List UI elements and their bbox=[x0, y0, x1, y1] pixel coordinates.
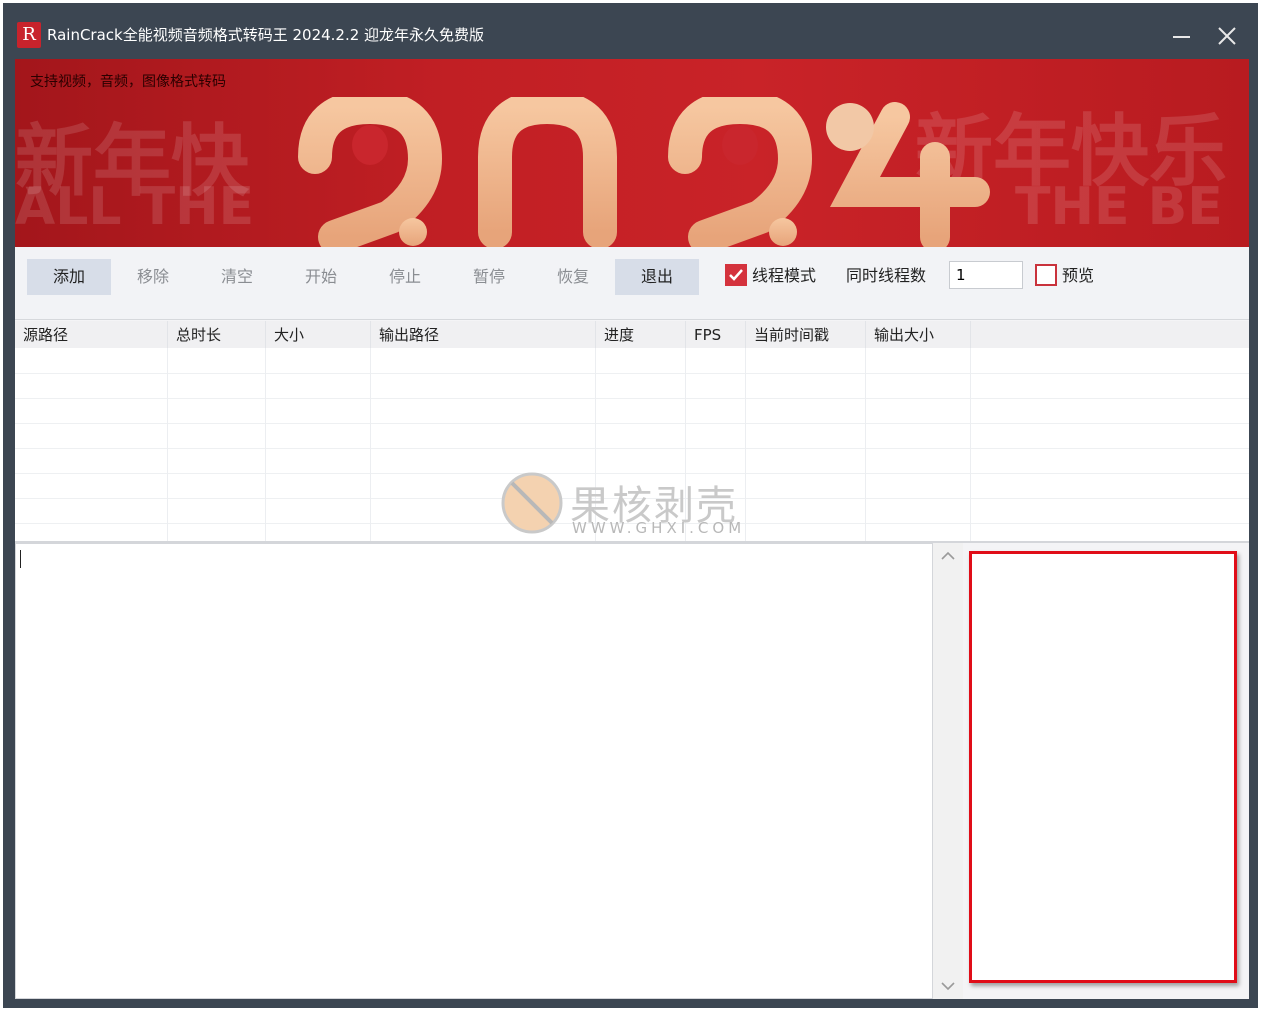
banner-notice: 支持视频，音频，图像格式转码 bbox=[30, 74, 226, 90]
log-textarea[interactable] bbox=[15, 543, 933, 999]
resume-button[interactable]: 恢复 bbox=[531, 259, 615, 295]
main-content: 新年快 ALL THE 新年快乐 THE BE 支持视频，音频，图像格式转码 添… bbox=[15, 59, 1249, 999]
thread-mode-label: 线程模式 bbox=[752, 266, 817, 285]
start-button[interactable]: 开始 bbox=[279, 259, 363, 295]
watermark: 果核剥壳 WWW.GHXI.COM bbox=[500, 471, 780, 541]
preview-label: 预览 bbox=[1062, 266, 1095, 285]
remove-button[interactable]: 移除 bbox=[111, 259, 195, 295]
exit-button[interactable]: 退出 bbox=[615, 259, 699, 295]
watermark-logo-icon bbox=[501, 472, 563, 534]
window-title: RainCrack全能视频音频格式转码王 2024.2.2 迎龙年永久免费版 bbox=[47, 26, 485, 44]
column-divider bbox=[265, 348, 266, 541]
watermark-url: WWW.GHXI.COM bbox=[572, 519, 746, 537]
banner: 新年快 ALL THE 新年快乐 THE BE 支持视频，音频，图像格式转码 bbox=[15, 59, 1249, 247]
column-divider bbox=[865, 348, 866, 541]
column-divider bbox=[167, 348, 168, 541]
preview-panel bbox=[969, 551, 1237, 983]
column-header-fps[interactable]: FPS bbox=[686, 321, 746, 348]
preview-checkbox[interactable] bbox=[1035, 264, 1057, 286]
column-header-output-size[interactable]: 输出大小 bbox=[866, 321, 971, 348]
pause-button[interactable]: 暂停 bbox=[447, 259, 531, 295]
title-bar[interactable]: R RainCrack全能视频音频格式转码王 2024.2.2 迎龙年永久免费版 bbox=[3, 3, 1258, 59]
close-button[interactable] bbox=[1211, 19, 1243, 51]
column-header-duration[interactable]: 总时长 bbox=[168, 321, 266, 348]
table-row[interactable] bbox=[15, 423, 1249, 449]
column-header-source-path[interactable]: 源路径 bbox=[15, 321, 168, 348]
column-divider bbox=[970, 348, 971, 541]
concurrent-threads-input[interactable] bbox=[949, 261, 1023, 289]
log-scrollbar[interactable] bbox=[933, 543, 963, 999]
column-header-size[interactable]: 大小 bbox=[266, 321, 371, 348]
banner-decoration: ALL THE bbox=[15, 177, 255, 237]
app-logo: R bbox=[17, 22, 41, 48]
column-header-current-timestamp[interactable]: 当前时间戳 bbox=[746, 321, 866, 348]
checkmark-icon bbox=[729, 269, 743, 281]
add-button[interactable]: 添加 bbox=[27, 259, 111, 295]
table-row[interactable] bbox=[15, 373, 1249, 399]
table-row[interactable] bbox=[15, 348, 1249, 374]
chevron-up-icon[interactable] bbox=[941, 551, 955, 561]
chevron-down-icon[interactable] bbox=[941, 981, 955, 991]
table-header: 源路径 总时长 大小 输出路径 进度 FPS 当前时间戳 输出大小 bbox=[15, 321, 1249, 348]
task-table[interactable]: 源路径 总时长 大小 输出路径 进度 FPS 当前时间戳 输出大小 果核剥壳 W… bbox=[15, 321, 1249, 543]
table-row[interactable] bbox=[15, 398, 1249, 424]
banner-year-graphic bbox=[298, 97, 990, 247]
close-icon bbox=[1218, 27, 1236, 45]
clear-button[interactable]: 清空 bbox=[195, 259, 279, 295]
column-header-progress[interactable]: 进度 bbox=[596, 321, 686, 348]
concurrent-threads-label: 同时线程数 bbox=[846, 266, 927, 285]
toolbar: 添加 移除 清空 开始 停止 暂停 恢复 退出 线程模式 同时线程数 预览 bbox=[15, 247, 1249, 320]
column-divider bbox=[370, 348, 371, 541]
text-caret bbox=[20, 550, 21, 568]
thread-mode-checkbox[interactable] bbox=[725, 264, 747, 286]
minimize-button[interactable] bbox=[1166, 19, 1198, 51]
column-header-output-path[interactable]: 输出路径 bbox=[371, 321, 596, 348]
app-window: R RainCrack全能视频音频格式转码王 2024.2.2 迎龙年永久免费版… bbox=[3, 3, 1258, 1008]
stop-button[interactable]: 停止 bbox=[363, 259, 447, 295]
banner-decoration: THE BE bbox=[1015, 177, 1223, 237]
